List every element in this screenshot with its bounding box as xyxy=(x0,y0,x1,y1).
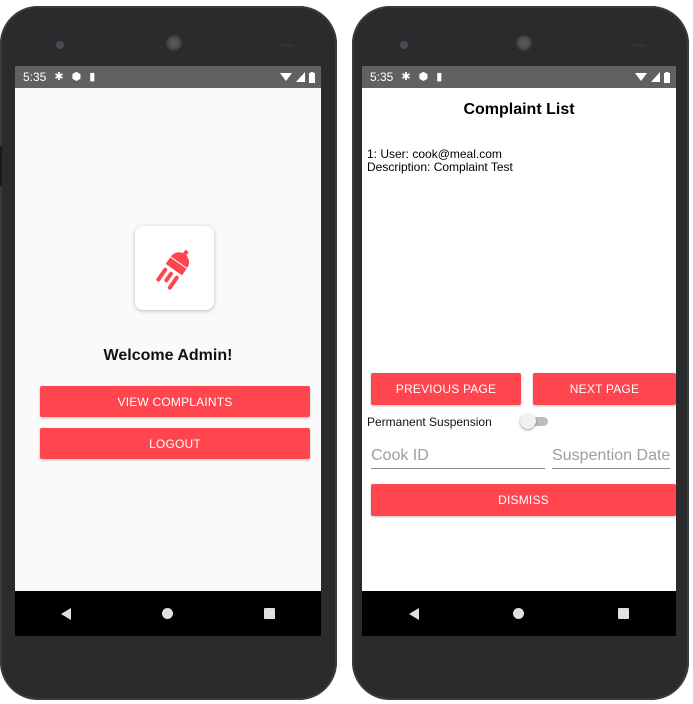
status-right-icons xyxy=(280,71,315,83)
phone-frame-right: 5:35 ✱ ⬢ ▮ Complaint List 1: User: cook@… xyxy=(352,6,689,700)
phone-frame-left: 5:35 ✱ ⬢ ▮ Welcome Admin! VIEW COMPLAINT… xyxy=(0,6,337,700)
back-icon[interactable] xyxy=(409,607,419,620)
status-right-icons xyxy=(635,71,670,83)
status-time: 5:35 xyxy=(370,70,394,84)
next-page-button[interactable]: NEXT PAGE xyxy=(533,373,676,405)
signal-icon xyxy=(651,72,660,82)
page-title: Complaint List xyxy=(463,101,575,118)
status-time: 5:35 xyxy=(23,70,47,84)
permanent-suspension-label: Permanent Suspension xyxy=(367,415,492,429)
toggle-thumb xyxy=(520,413,536,429)
signal-icon xyxy=(296,72,305,82)
sd-card-icon: ▮ xyxy=(436,70,443,83)
shield-icon: ⬢ xyxy=(418,70,429,83)
earpiece-speaker xyxy=(166,35,182,51)
home-icon[interactable] xyxy=(513,608,524,619)
front-camera xyxy=(56,41,64,49)
back-icon[interactable] xyxy=(60,607,71,620)
status-bar: 5:35 ✱ ⬢ ▮ xyxy=(362,66,676,88)
front-camera xyxy=(400,41,408,49)
earpiece-speaker xyxy=(516,35,532,51)
shield-icon: ⬢ xyxy=(71,70,82,83)
battery-icon xyxy=(664,71,670,83)
permanent-suspension-toggle[interactable] xyxy=(520,413,550,429)
view-complaints-button[interactable]: VIEW COMPLAINTS xyxy=(40,386,310,417)
recent-apps-icon[interactable] xyxy=(264,608,276,619)
proximity-sensor xyxy=(630,44,646,47)
cook-id-input[interactable] xyxy=(371,447,545,469)
nav-bar xyxy=(362,591,676,636)
home-icon[interactable] xyxy=(161,608,173,619)
status-bar: 5:35 ✱ ⬢ ▮ xyxy=(15,66,321,88)
volume-button xyxy=(0,146,2,186)
list-item[interactable]: 1: User: cook@meal.com Description: Comp… xyxy=(367,148,513,174)
screen-home: 5:35 ✱ ⬢ ▮ Welcome Admin! VIEW COMPLAINT… xyxy=(15,66,321,636)
wifi-icon xyxy=(280,73,292,81)
welcome-heading: Welcome Admin! xyxy=(103,347,233,364)
rocket-robot-icon xyxy=(155,249,189,290)
gear-icon: ✱ xyxy=(54,70,64,83)
dismiss-button[interactable]: DISMISS xyxy=(371,484,676,516)
wifi-icon xyxy=(635,73,647,81)
nav-bar xyxy=(15,591,321,636)
suspension-date-input[interactable] xyxy=(552,447,670,469)
proximity-sensor xyxy=(278,44,294,47)
sd-card-icon: ▮ xyxy=(89,70,96,83)
gear-icon: ✱ xyxy=(401,70,411,83)
screen-complaints: 5:35 ✱ ⬢ ▮ Complaint List 1: User: cook@… xyxy=(362,66,676,636)
logout-button[interactable]: LOGOUT xyxy=(40,428,310,459)
battery-icon xyxy=(309,71,315,83)
app-logo xyxy=(135,226,214,310)
complaint-description: Description: Complaint Test xyxy=(367,160,513,174)
previous-page-button[interactable]: PREVIOUS PAGE xyxy=(371,373,521,405)
recent-apps-icon[interactable] xyxy=(618,608,629,619)
